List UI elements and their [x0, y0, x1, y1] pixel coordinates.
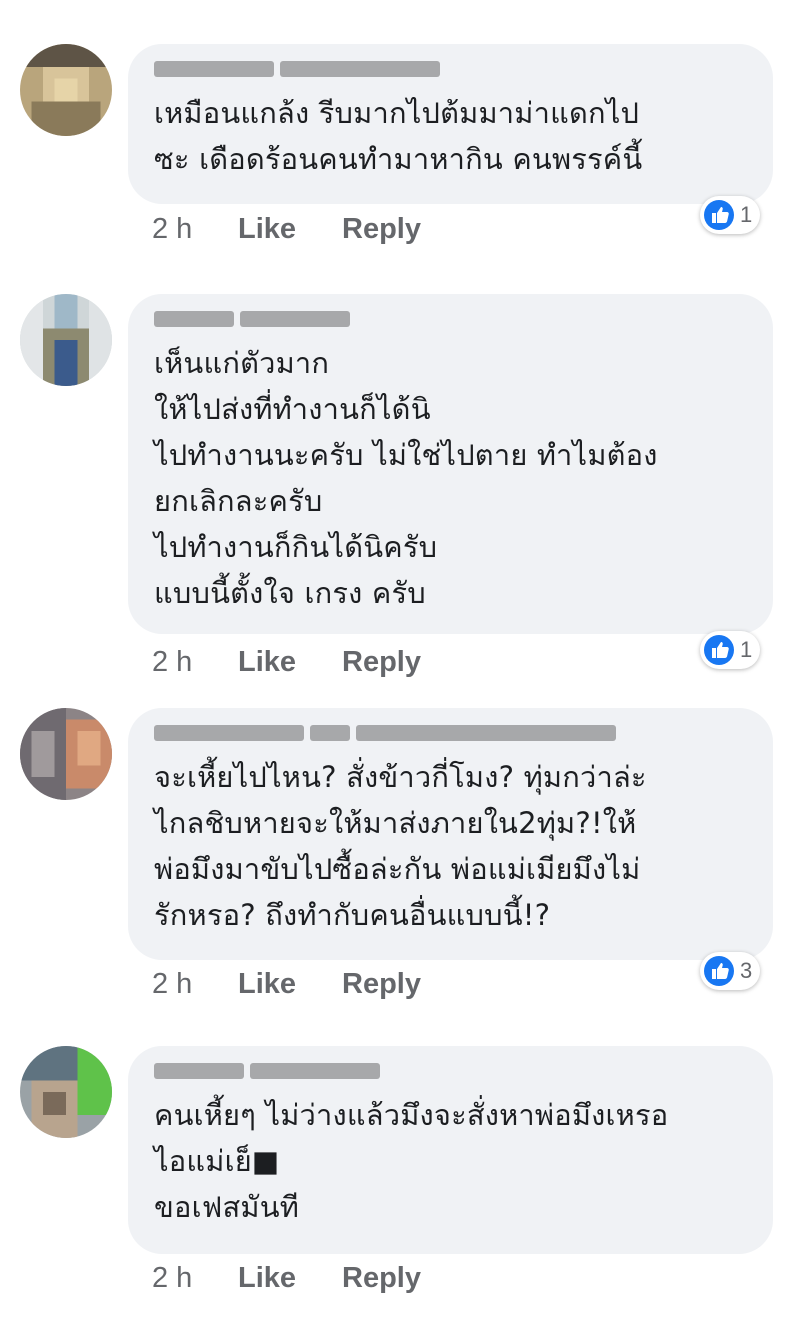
comment-actions: 2 h Like Reply — [152, 211, 421, 247]
avatar[interactable] — [20, 1046, 112, 1138]
timestamp[interactable]: 2 h — [152, 1262, 238, 1295]
like-button[interactable]: Like — [238, 646, 342, 679]
thumbs-up-icon — [704, 200, 734, 230]
comment-actions: 2 h Like Reply — [152, 1260, 421, 1296]
author-name-blurred[interactable] — [154, 722, 749, 744]
comment-actions: 2 h Like Reply — [152, 644, 421, 680]
avatar[interactable] — [20, 708, 112, 800]
comment-text: เหมือนแกล้ง รีบมากไปต้มมาม่าแดกไป ซะ เดื… — [154, 96, 643, 176]
comment-bubble: จะเหี้ยไปไหน? สั่งข้าวกี่โมง? ทุ่มกว่าล่… — [128, 708, 773, 960]
reaction-count: 1 — [740, 637, 753, 662]
like-button[interactable]: Like — [238, 1262, 342, 1295]
comment-text: เห็นแก่ตัวมาก ให้ไปส่งที่ทำงานก็ได้นิ ไป… — [154, 346, 658, 610]
timestamp[interactable]: 2 h — [152, 213, 238, 246]
like-button[interactable]: Like — [238, 213, 342, 246]
thumbs-up-icon — [704, 956, 734, 986]
comment-text: คนเหี้ยๆ ไม่ว่างแล้วมึงจะสั่งหาพ่อมึงเหร… — [154, 1098, 669, 1224]
comment-bubble: เห็นแก่ตัวมาก ให้ไปส่งที่ทำงานก็ได้นิ ไป… — [128, 294, 773, 634]
author-name-blurred[interactable] — [154, 1060, 749, 1082]
reaction-count: 3 — [740, 958, 753, 983]
comment-bubble: เหมือนแกล้ง รีบมากไปต้มมาม่าแดกไป ซะ เดื… — [128, 44, 773, 204]
reply-button[interactable]: Reply — [342, 213, 421, 246]
reaction-badge[interactable]: 3 — [700, 952, 761, 990]
timestamp[interactable]: 2 h — [152, 968, 238, 1001]
avatar[interactable] — [20, 294, 112, 386]
like-button[interactable]: Like — [238, 968, 342, 1001]
reply-button[interactable]: Reply — [342, 968, 421, 1001]
comment-actions: 2 h Like Reply — [152, 966, 421, 1002]
reply-button[interactable]: Reply — [342, 646, 421, 679]
author-name-blurred[interactable] — [154, 58, 749, 80]
timestamp[interactable]: 2 h — [152, 646, 238, 679]
reaction-badge[interactable]: 1 — [700, 196, 761, 234]
reaction-count: 1 — [740, 202, 753, 227]
comment-bubble: คนเหี้ยๆ ไม่ว่างแล้วมึงจะสั่งหาพ่อมึงเหร… — [128, 1046, 773, 1254]
reply-button[interactable]: Reply — [342, 1262, 421, 1295]
avatar[interactable] — [20, 44, 112, 136]
reaction-badge[interactable]: 1 — [700, 631, 761, 669]
author-name-blurred[interactable] — [154, 308, 749, 330]
comment-text: จะเหี้ยไปไหน? สั่งข้าวกี่โมง? ทุ่มกว่าล่… — [154, 760, 647, 932]
thumbs-up-icon — [704, 635, 734, 665]
